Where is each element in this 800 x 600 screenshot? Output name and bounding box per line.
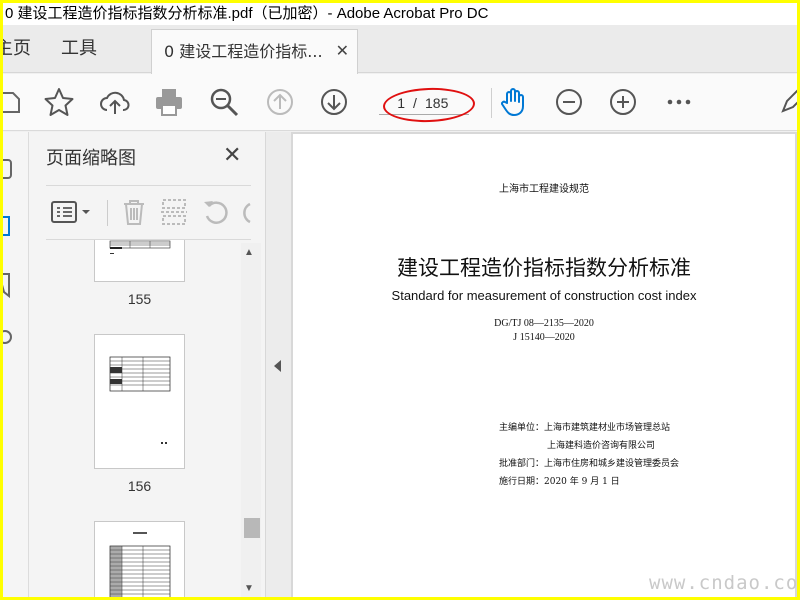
close-tab-icon[interactable]: ✕: [336, 30, 349, 74]
acrobat-window: 0 建设工程造价指标指数分析标准.pdf（已加密）- Adobe Acrobat…: [3, 3, 797, 597]
co-editor-unit: 上海建科造价咨询有限公司: [547, 441, 656, 451]
tools-tab[interactable]: 工具: [61, 25, 97, 73]
next-page-icon[interactable]: [317, 85, 351, 119]
hand-tool-icon[interactable]: [497, 85, 531, 119]
insert-pages-icon[interactable]: [159, 196, 189, 233]
effective-date: 施行日期：2020 年 9 月 1 日: [499, 477, 620, 487]
collapse-panel-strip[interactable]: [266, 132, 291, 597]
upload-icon[interactable]: [98, 85, 132, 119]
bookmarks-icon[interactable]: [3, 270, 27, 300]
scroll-up-icon[interactable]: ▲: [244, 247, 254, 258]
tab-bar: 主页 工具 0 建设工程造价指标... ✕: [3, 25, 797, 74]
document-view: 上海市工程建设规范 建设工程造价指标指数分析标准 Standard for me…: [291, 132, 797, 597]
print-icon[interactable]: [152, 85, 186, 119]
title-bar: 0 建设工程造价指标指数分析标准.pdf（已加密）- Adobe Acrobat…: [3, 3, 797, 25]
window-title: 0 建设工程造价指标指数分析标准.pdf（已加密）- Adobe Acrobat…: [5, 5, 489, 22]
collapse-arrow-icon[interactable]: [274, 360, 281, 372]
zoom-out-icon[interactable]: [552, 85, 586, 119]
thumbnail-tools: [46, 185, 251, 240]
options-menu-icon[interactable]: [50, 196, 96, 233]
thumbnail-label-156: 156: [127, 478, 152, 494]
document-tab-label: 0 建设工程造价指标...: [164, 42, 323, 61]
site-watermark: www.cndao.com: [649, 572, 797, 594]
save-icon[interactable]: [3, 85, 27, 119]
scroll-down-icon[interactable]: ▼: [244, 583, 254, 594]
thumbnail-panel: 页面缩略图 ✕ 155 156 ▲ ▼: [29, 132, 266, 597]
thumbnail-label-155: 155: [127, 291, 152, 307]
pdf-page: 上海市工程建设规范 建设工程造价指标指数分析标准 Standard for me…: [293, 134, 797, 597]
rotate-clockwise-icon[interactable]: [240, 196, 252, 233]
document-title-english: Standard for measurement of construction…: [391, 288, 697, 303]
scrollbar-thumb[interactable]: [244, 518, 260, 538]
navigation-pane-strip: [3, 132, 29, 597]
rotate-counterclockwise-icon[interactable]: [201, 196, 231, 233]
approval-department: 批准部门：上海市住房和城乡建设管理委员会: [499, 459, 680, 469]
separator-icon: [106, 196, 110, 233]
thumbnail-page-156[interactable]: [94, 334, 185, 469]
previous-page-icon[interactable]: [263, 85, 297, 119]
zoom-in-icon[interactable]: [606, 85, 640, 119]
document-tab[interactable]: 0 建设工程造价指标... ✕: [151, 29, 358, 74]
thumbnail-page-157[interactable]: [94, 521, 185, 597]
delete-icon[interactable]: [119, 196, 149, 233]
thumbnail-page-155[interactable]: [94, 240, 185, 282]
standard-series: 上海市工程建设规范: [499, 184, 589, 195]
close-panel-icon[interactable]: ✕: [223, 142, 241, 168]
home-tab[interactable]: 主页: [3, 25, 31, 73]
record-code: J 15140—2020: [513, 332, 575, 343]
chief-editor-unit: 主编单位：上海市建筑建材业市场管理总站: [499, 423, 671, 433]
toolbar-divider: [491, 88, 492, 118]
document-title-chinese: 建设工程造价指标指数分析标准: [397, 256, 691, 280]
standard-code: DG/TJ 08—2135—2020: [494, 318, 594, 329]
attachment-icon[interactable]: [3, 154, 27, 184]
thumbnail-scrollbar[interactable]: ▲ ▼: [241, 243, 261, 597]
zoom-search-icon[interactable]: [207, 85, 241, 119]
page-thumbnails-icon[interactable]: [3, 212, 27, 242]
thumbnail-list: 155 156: [29, 240, 266, 597]
panel-title: 页面缩略图: [46, 148, 136, 169]
more-icon[interactable]: [662, 85, 696, 119]
bookmark-star-icon[interactable]: [42, 85, 76, 119]
link-icon[interactable]: [3, 322, 27, 352]
pen-icon[interactable]: [777, 85, 797, 119]
